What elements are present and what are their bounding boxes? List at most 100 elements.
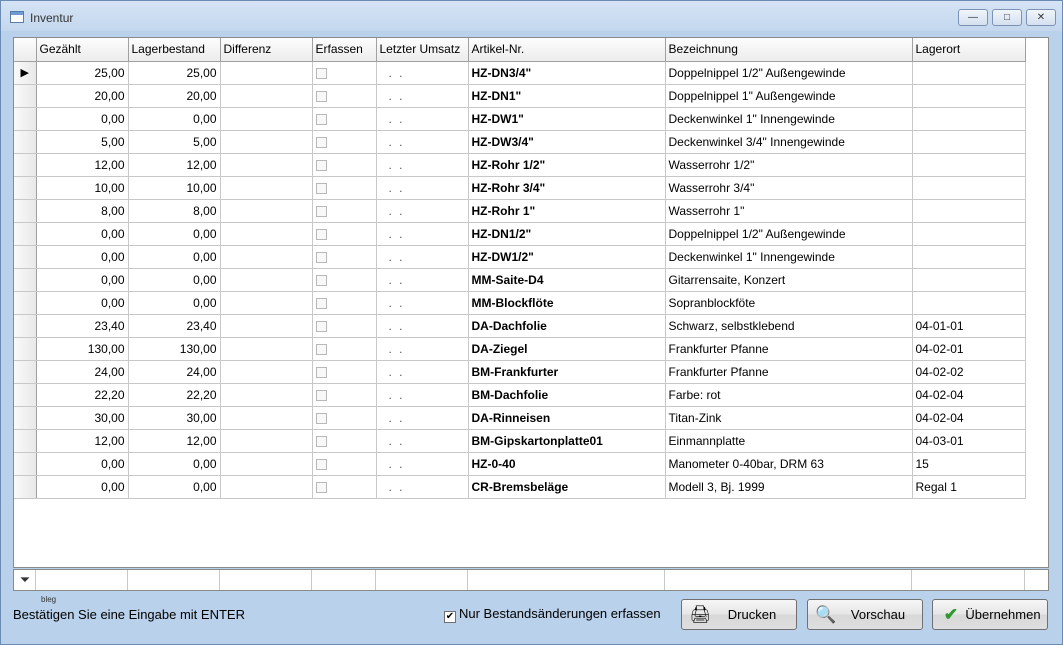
cell-lagerbestand[interactable]: 12,00 <box>128 153 221 177</box>
cell-differenz[interactable] <box>220 406 313 430</box>
cell-differenz[interactable] <box>220 291 313 315</box>
cell-letzter-umsatz[interactable]: . . <box>376 406 469 430</box>
cell-erfassen[interactable] <box>312 222 377 246</box>
cell-differenz[interactable] <box>220 153 313 177</box>
row-indicator[interactable] <box>14 222 37 246</box>
cell-artikel-nr[interactable]: HZ-DW1/2" <box>468 245 666 269</box>
filter-row[interactable]: ⏷ <box>13 569 1049 591</box>
cell-gezaehlt[interactable]: 0,00 <box>36 107 129 131</box>
col-bezeichnung[interactable]: Bezeichnung <box>665 38 913 62</box>
cell-gezaehlt[interactable]: 24,00 <box>36 360 129 384</box>
table-row[interactable]: 0,00 0,00 . . HZ-DW1" Deckenwinkel 1" Inneng… <box>14 107 1026 131</box>
cell-erfassen[interactable] <box>312 245 377 269</box>
cell-lagerort[interactable] <box>912 245 1026 269</box>
cell-gezaehlt[interactable]: 12,00 <box>36 429 129 453</box>
table-row[interactable]: 23,40 23,40 . . DA-Dachfolie Schwarz, selbst… <box>14 314 1026 338</box>
cell-gezaehlt[interactable]: 22,20 <box>36 383 129 407</box>
cell-erfassen[interactable] <box>312 429 377 453</box>
col-lagerbestand[interactable]: Lagerbestand <box>128 38 221 62</box>
cell-lagerort[interactable] <box>912 176 1026 200</box>
cell-differenz[interactable] <box>220 452 313 476</box>
table-row[interactable]: 0,00 0,00 . . HZ-DN1/2" Doppelnippel 1/2" Au… <box>14 222 1026 246</box>
cell-erfassen[interactable] <box>312 314 377 338</box>
erfassen-checkbox[interactable] <box>315 389 327 401</box>
cell-differenz[interactable] <box>220 268 313 292</box>
filter-cell[interactable] <box>665 570 912 590</box>
col-letzter-umsatz[interactable]: Letzter Umsatz <box>376 38 469 62</box>
cell-differenz[interactable] <box>220 245 313 269</box>
cell-lagerbestand[interactable]: 0,00 <box>128 245 221 269</box>
cell-lagerbestand[interactable]: 0,00 <box>128 452 221 476</box>
cell-differenz[interactable] <box>220 360 313 384</box>
row-indicator[interactable] <box>14 291 37 315</box>
cell-artikel-nr[interactable]: HZ-DN1/2" <box>468 222 666 246</box>
cell-lagerbestand[interactable]: 5,00 <box>128 130 221 154</box>
inventory-grid[interactable]: Gezählt Lagerbestand Differenz Erfassen … <box>13 37 1049 568</box>
cell-gezaehlt[interactable]: 0,00 <box>36 222 129 246</box>
cell-differenz[interactable] <box>220 130 313 154</box>
table-row[interactable]: 8,00 8,00 . . HZ-Rohr 1" Wasserrohr 1" <box>14 199 1026 223</box>
row-indicator[interactable] <box>14 452 37 476</box>
row-indicator[interactable]: ▶ <box>14 61 37 85</box>
cell-lagerort[interactable]: 04-02-02 <box>912 360 1026 384</box>
cell-erfassen[interactable] <box>312 452 377 476</box>
cell-lagerbestand[interactable]: 12,00 <box>128 429 221 453</box>
cell-erfassen[interactable] <box>312 337 377 361</box>
cell-lagerbestand[interactable]: 24,00 <box>128 360 221 384</box>
cell-lagerort[interactable] <box>912 130 1026 154</box>
cell-letzter-umsatz[interactable]: . . <box>376 475 469 499</box>
cell-lagerbestand[interactable]: 0,00 <box>128 268 221 292</box>
cell-artikel-nr[interactable]: DA-Rinneisen <box>468 406 666 430</box>
cell-artikel-nr[interactable]: HZ-DN3/4" <box>468 61 666 85</box>
cell-erfassen[interactable] <box>312 360 377 384</box>
table-row[interactable]: 0,00 0,00 . . CR-Bremsbeläge Modell 3, Bj. 1… <box>14 475 1026 499</box>
erfassen-checkbox[interactable] <box>315 274 327 286</box>
table-row[interactable]: 24,00 24,00 . . BM-Frankfurter Frankfurter P… <box>14 360 1026 384</box>
table-row[interactable]: 20,00 20,00 . . HZ-DN1" Doppelnippel 1" Auße… <box>14 84 1026 108</box>
cell-bezeichnung[interactable]: Deckenwinkel 3/4" Innengewinde <box>665 130 913 154</box>
erfassen-checkbox[interactable] <box>315 90 327 102</box>
row-indicator[interactable] <box>14 383 37 407</box>
table-row[interactable]: 0,00 0,00 . . HZ-DW1/2" Deckenwinkel 1" Inne… <box>14 245 1026 269</box>
cell-artikel-nr[interactable]: HZ-DW3/4" <box>468 130 666 154</box>
cell-lagerort[interactable] <box>912 222 1026 246</box>
cell-differenz[interactable] <box>220 61 313 85</box>
cell-bezeichnung[interactable]: Doppelnippel 1/2" Außengewinde <box>665 222 913 246</box>
erfassen-checkbox[interactable] <box>315 136 327 148</box>
cell-bezeichnung[interactable]: Farbe: rot <box>665 383 913 407</box>
erfassen-checkbox[interactable] <box>315 67 327 79</box>
cell-lagerbestand[interactable]: 8,00 <box>128 199 221 223</box>
cell-lagerort[interactable]: 04-02-04 <box>912 383 1026 407</box>
table-row[interactable]: 0,00 0,00 . . MM-Blockflöte Sopranblockföte <box>14 291 1026 315</box>
erfassen-checkbox[interactable] <box>315 159 327 171</box>
erfassen-checkbox[interactable] <box>315 412 327 424</box>
close-button[interactable]: ✕ <box>1026 9 1056 26</box>
cell-differenz[interactable] <box>220 475 313 499</box>
cell-letzter-umsatz[interactable]: . . <box>376 268 469 292</box>
cell-bezeichnung[interactable]: Sopranblockföte <box>665 291 913 315</box>
cell-lagerort[interactable]: 04-02-01 <box>912 337 1026 361</box>
cell-bezeichnung[interactable]: Titan-Zink <box>665 406 913 430</box>
cell-artikel-nr[interactable]: HZ-DN1" <box>468 84 666 108</box>
cell-bezeichnung[interactable]: Frankfurter Pfanne <box>665 337 913 361</box>
title-bar[interactable]: Inventur — □ ✕ <box>1 1 1062 33</box>
erfassen-checkbox[interactable] <box>315 366 327 378</box>
cell-lagerbestand[interactable]: 20,00 <box>128 84 221 108</box>
cell-lagerbestand[interactable]: 25,00 <box>128 61 221 85</box>
cell-erfassen[interactable] <box>312 199 377 223</box>
preview-button[interactable]: 🔍 Vorschau <box>807 599 923 630</box>
cell-gezaehlt[interactable]: 0,00 <box>36 268 129 292</box>
cell-gezaehlt[interactable]: 0,00 <box>36 291 129 315</box>
cell-artikel-nr[interactable]: HZ-DW1" <box>468 107 666 131</box>
cell-artikel-nr[interactable]: MM-Blockflöte <box>468 291 666 315</box>
cell-gezaehlt[interactable]: 0,00 <box>36 475 129 499</box>
row-indicator[interactable] <box>14 130 37 154</box>
cell-letzter-umsatz[interactable]: . . <box>376 337 469 361</box>
cell-bezeichnung[interactable]: Manometer 0-40bar, DRM 63 <box>665 452 913 476</box>
row-indicator[interactable] <box>14 337 37 361</box>
cell-erfassen[interactable] <box>312 153 377 177</box>
cell-differenz[interactable] <box>220 383 313 407</box>
cell-artikel-nr[interactable]: HZ-Rohr 1/2" <box>468 153 666 177</box>
cell-differenz[interactable] <box>220 199 313 223</box>
cell-gezaehlt[interactable]: 25,00 <box>36 61 129 85</box>
